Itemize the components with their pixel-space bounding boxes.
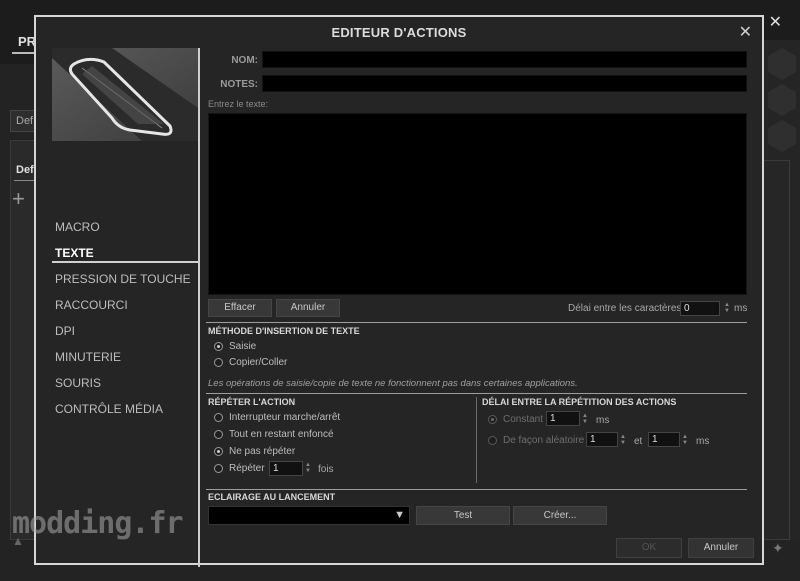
repeat-option-label: Tout en restant enfoncé — [229, 429, 334, 440]
nav-item-texte[interactable]: TEXTE — [55, 246, 94, 260]
repeat-option-hold[interactable]: Tout en restant enfoncé — [214, 429, 334, 440]
radio-icon[interactable] — [214, 358, 223, 367]
delay-constant-stepper-icon[interactable]: ▲ ▼ — [582, 413, 588, 425]
repeat-option-repeat[interactable]: Répéter — [214, 463, 265, 474]
char-delay-input[interactable] — [680, 301, 720, 316]
delay-constant-input[interactable] — [546, 411, 580, 426]
char-delay-stepper-icon[interactable]: ▲ ▼ — [724, 302, 730, 314]
nav-item-minuterie[interactable]: MINUTERIE — [55, 350, 121, 364]
insertion-option-label: Copier/Coller — [229, 357, 288, 368]
clear-button[interactable]: Effacer — [208, 299, 272, 317]
repeat-count-input[interactable] — [269, 461, 303, 476]
repeat-option-toggle[interactable]: Interrupteur marche/arrêt — [214, 412, 340, 423]
delay-option-label: Constant — [503, 414, 544, 425]
delay-option-random[interactable]: De façon aléatoire — [488, 435, 584, 446]
delay-constant-unit: ms — [596, 415, 610, 426]
repeat-title: RÉPÉTER L'ACTION — [208, 397, 296, 407]
repeat-count-stepper-icon[interactable]: ▲ ▼ — [305, 462, 311, 474]
text-editor[interactable] — [208, 113, 747, 295]
background-profile-underline — [14, 180, 36, 181]
insertion-option-label: Saisie — [229, 341, 257, 352]
background-dropdown[interactable]: Def — [10, 110, 36, 132]
nav-item-souris[interactable]: SOURIS — [55, 376, 101, 390]
char-delay-unit: ms — [734, 303, 748, 314]
mouse-button-thumbnail — [52, 48, 198, 141]
delay-random-and: et — [634, 436, 643, 447]
background-profile-label: Def — [16, 164, 34, 176]
background-tab-underline — [12, 52, 36, 54]
lighting-select[interactable]: ▼ — [208, 506, 410, 525]
dialog-title: EDITEUR D'ACTIONS — [331, 25, 467, 40]
notes-label: NOTES: — [220, 79, 258, 90]
delay-random-max-stepper-icon[interactable]: ▲ ▼ — [682, 434, 688, 446]
insertion-title: MÉTHODE D'INSERTION DE TEXTE — [208, 326, 360, 336]
insertion-note: Les opérations de saisie/copie de texte … — [208, 378, 578, 389]
test-button[interactable]: Test — [416, 506, 510, 525]
background-right-panel — [762, 160, 790, 540]
nav-item-controle-media[interactable]: CONTRÔLE MÉDIA — [55, 402, 163, 416]
radio-icon[interactable] — [488, 436, 497, 445]
cancel-button[interactable]: Annuler — [688, 538, 754, 558]
nav-item-dpi[interactable]: DPI — [55, 324, 75, 338]
delay-random-min-stepper-icon[interactable]: ▲ ▼ — [620, 434, 626, 446]
radio-icon[interactable] — [214, 430, 223, 439]
repeat-unit: fois — [318, 464, 334, 475]
delay-title: DÉLAI ENTRE LA RÉPÉTITION DES ACTIONS — [482, 397, 677, 407]
repeat-option-no-repeat[interactable]: Ne pas répéter — [214, 446, 295, 457]
radio-icon[interactable] — [214, 464, 223, 473]
repeat-option-label: Interrupteur marche/arrêt — [229, 412, 341, 423]
char-delay-label: Délai entre les caractères — [568, 303, 682, 314]
radio-selected-icon[interactable] — [214, 342, 223, 351]
chevron-down-icon: ▼ — [394, 509, 405, 521]
name-input[interactable] — [262, 51, 747, 68]
create-button[interactable]: Créer... — [513, 506, 607, 525]
text-hint: Entrez le texte: — [208, 99, 269, 109]
insertion-divider — [206, 322, 747, 323]
nav-item-macro[interactable]: MACRO — [55, 220, 100, 234]
repeat-option-label: Répéter — [229, 463, 265, 474]
nav-item-raccourci[interactable]: RACCOURCI — [55, 298, 128, 312]
nav-separator — [198, 48, 200, 567]
delay-option-label: De façon aléatoire — [503, 435, 585, 446]
repeat-delay-separator — [476, 397, 477, 483]
lighting-title: ECLAIRAGE AU LANCEMENT — [208, 492, 336, 502]
background-close-icon[interactable]: ✕ — [769, 12, 782, 32]
close-icon[interactable]: ✕ — [739, 25, 752, 41]
repeat-option-label: Ne pas répéter — [229, 446, 296, 457]
undo-button[interactable]: Annuler — [276, 299, 340, 317]
action-editor-dialog: EDITEUR D'ACTIONS ✕ MACRO TEXTE PRESSION… — [34, 15, 764, 567]
background-corsair-icon: ✦ — [772, 540, 784, 556]
radio-icon[interactable] — [214, 413, 223, 422]
background-add-icon[interactable]: + — [12, 188, 25, 210]
delay-random-min-input[interactable] — [586, 432, 618, 447]
notes-input[interactable] — [262, 75, 747, 92]
ok-button[interactable]: OK — [616, 538, 682, 558]
insertion-option-saisie[interactable]: Saisie — [214, 341, 256, 352]
nav-active-indicator — [52, 261, 198, 263]
insertion-option-copier-coller[interactable]: Copier/Coller — [214, 357, 287, 368]
lighting-divider — [206, 489, 747, 490]
delay-option-constant[interactable]: Constant — [488, 414, 543, 425]
name-label: NOM: — [231, 55, 258, 66]
delay-random-unit: ms — [696, 436, 710, 447]
radio-selected-icon[interactable] — [488, 415, 497, 424]
radio-selected-icon[interactable] — [214, 447, 223, 456]
repeat-divider — [206, 393, 747, 394]
watermark-logo: modding.fr — [12, 506, 184, 541]
nav-item-pression-de-touche[interactable]: PRESSION DE TOUCHE — [55, 272, 191, 286]
delay-random-max-input[interactable] — [648, 432, 680, 447]
